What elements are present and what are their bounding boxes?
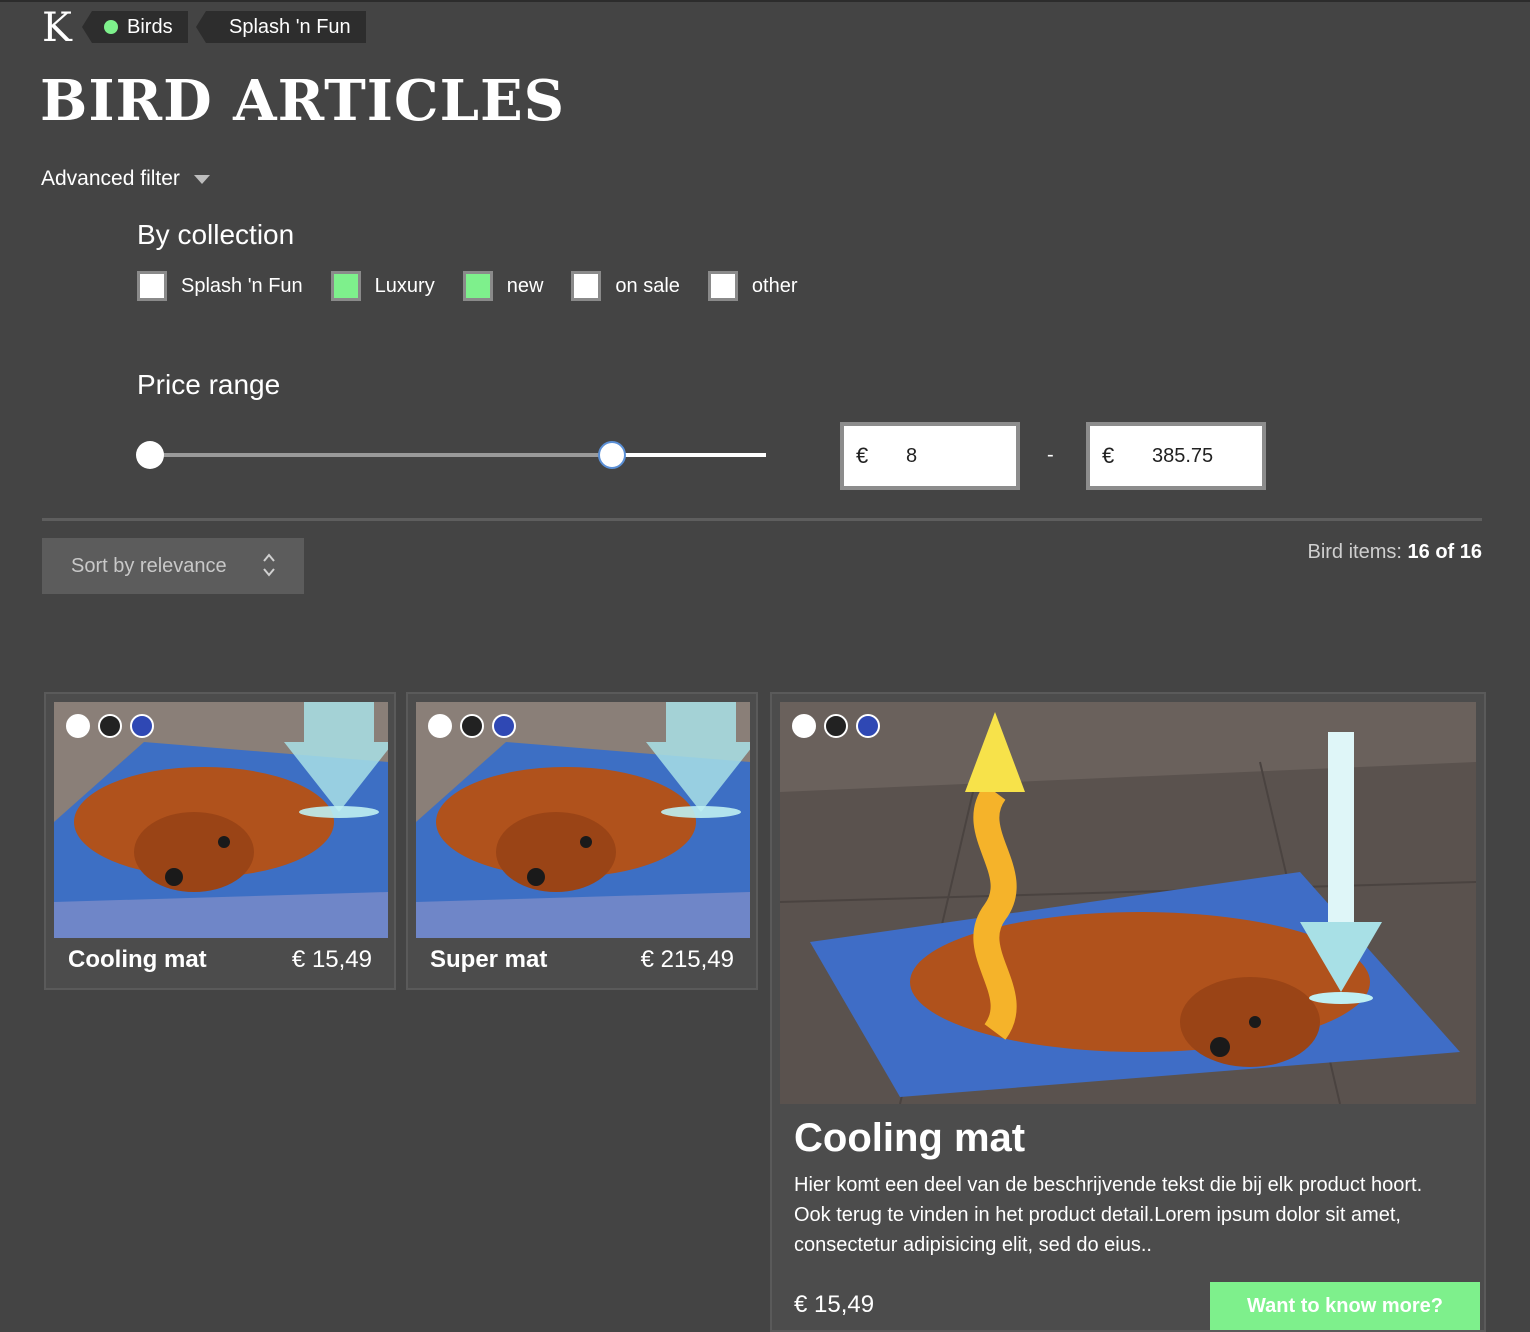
slider-track-rest bbox=[612, 453, 766, 457]
checkbox-splash-n-fun[interactable]: Splash 'n Fun bbox=[137, 271, 303, 301]
checkbox-label: other bbox=[751, 274, 798, 297]
collection-heading: By collection bbox=[137, 219, 295, 250]
page-title: BIRD ARTICLES bbox=[40, 68, 566, 134]
item-count: Bird items: 16 of 16 bbox=[1307, 541, 1482, 564]
breadcrumb-label: Birds bbox=[127, 15, 173, 38]
slider-max-handle[interactable] bbox=[598, 441, 626, 469]
price-range-slider[interactable] bbox=[136, 440, 766, 470]
product-name[interactable]: Super mat bbox=[430, 946, 547, 974]
breadcrumb-notch bbox=[196, 11, 206, 43]
svg-text:K: K bbox=[42, 5, 73, 48]
checkbox-box[interactable] bbox=[330, 271, 361, 301]
item-count-value: 16 of 16 bbox=[1407, 541, 1482, 563]
product-price: € 215,49 bbox=[640, 946, 734, 973]
checkbox-label: new bbox=[506, 274, 544, 297]
caret-down-icon bbox=[193, 174, 210, 184]
slider-track-selected bbox=[150, 453, 612, 457]
want-to-know-more-button[interactable]: Want to know more? bbox=[1210, 1282, 1480, 1330]
item-count-label: Bird items: bbox=[1307, 541, 1402, 563]
slider-min-handle[interactable] bbox=[136, 441, 164, 469]
swatch-blue[interactable] bbox=[492, 714, 516, 738]
swatch-blue[interactable] bbox=[130, 714, 154, 738]
checkbox-box[interactable] bbox=[571, 271, 602, 301]
k-logo-icon[interactable]: K bbox=[40, 4, 80, 48]
product-card[interactable]: Cooling mat € 15,49 bbox=[44, 692, 396, 990]
active-dot-icon bbox=[104, 20, 118, 34]
divider bbox=[42, 518, 1482, 521]
product-description: Hier komt een deel van de beschrijvende … bbox=[794, 1174, 1423, 1256]
featured-product-card[interactable]: Cooling mat Hier komt een deel van de be… bbox=[770, 692, 1486, 1332]
swatch-white[interactable] bbox=[66, 714, 90, 738]
checkbox-luxury[interactable]: Luxury bbox=[330, 271, 435, 301]
color-swatches bbox=[428, 714, 516, 738]
swatch-white[interactable] bbox=[428, 714, 452, 738]
swatch-blue[interactable] bbox=[856, 714, 880, 738]
color-swatches bbox=[792, 714, 880, 738]
advanced-filter-label: Advanced filter bbox=[41, 167, 180, 190]
product-image[interactable] bbox=[416, 702, 750, 938]
checkbox-new[interactable]: new bbox=[462, 271, 544, 301]
checkbox-box[interactable] bbox=[707, 271, 738, 301]
breadcrumb-label: Splash 'n Fun bbox=[229, 15, 351, 38]
color-swatches bbox=[66, 714, 154, 738]
product-name[interactable]: Cooling mat bbox=[794, 1116, 1025, 1161]
currency-symbol: € bbox=[1102, 443, 1115, 468]
swatch-white[interactable] bbox=[792, 714, 816, 738]
checkbox-box[interactable] bbox=[462, 271, 493, 301]
dog-on-cooling-mat-image bbox=[780, 702, 1476, 1104]
sort-label: Sort by relevance bbox=[71, 554, 227, 577]
checkbox-label: Luxury bbox=[374, 274, 435, 297]
product-image[interactable] bbox=[54, 702, 388, 938]
checkbox-on-sale[interactable]: on sale bbox=[571, 271, 680, 301]
price-min-value[interactable]: 8 bbox=[906, 445, 917, 468]
collection-checkboxes: Splash 'n Fun Luxury new on sale other bbox=[137, 271, 826, 301]
price-range-heading: Price range bbox=[137, 369, 281, 400]
swatch-black[interactable] bbox=[460, 714, 484, 738]
product-card[interactable]: Super mat € 215,49 bbox=[406, 692, 758, 990]
price-max-field[interactable]: € 385.75 bbox=[1086, 422, 1266, 490]
product-price: € 15,49 bbox=[794, 1291, 875, 1318]
checkbox-other[interactable]: other bbox=[707, 271, 798, 301]
top-border bbox=[0, 0, 1530, 2]
up-down-chevron-icon bbox=[263, 553, 275, 577]
swatch-black[interactable] bbox=[824, 714, 848, 738]
breadcrumb-notch bbox=[82, 11, 92, 43]
price-min-field[interactable]: € 8 bbox=[840, 422, 1020, 490]
swatch-black[interactable] bbox=[98, 714, 122, 738]
checkbox-label: Splash 'n Fun bbox=[181, 274, 303, 297]
checkbox-label: on sale bbox=[615, 274, 680, 297]
product-name[interactable]: Cooling mat bbox=[68, 946, 207, 974]
breadcrumb-birds[interactable]: Birds bbox=[82, 11, 188, 43]
product-price: € 15,49 bbox=[291, 946, 372, 973]
checkbox-box[interactable] bbox=[137, 271, 167, 301]
breadcrumb-splash-n-fun[interactable]: Splash 'n Fun bbox=[196, 11, 366, 43]
advanced-filter-toggle[interactable]: Advanced filter bbox=[41, 167, 210, 191]
sort-select[interactable]: Sort by relevance bbox=[42, 538, 304, 594]
price-separator: - bbox=[1047, 444, 1054, 466]
price-max-value[interactable]: 385.75 bbox=[1152, 445, 1213, 468]
product-image[interactable] bbox=[780, 702, 1476, 1104]
currency-symbol: € bbox=[856, 443, 869, 468]
